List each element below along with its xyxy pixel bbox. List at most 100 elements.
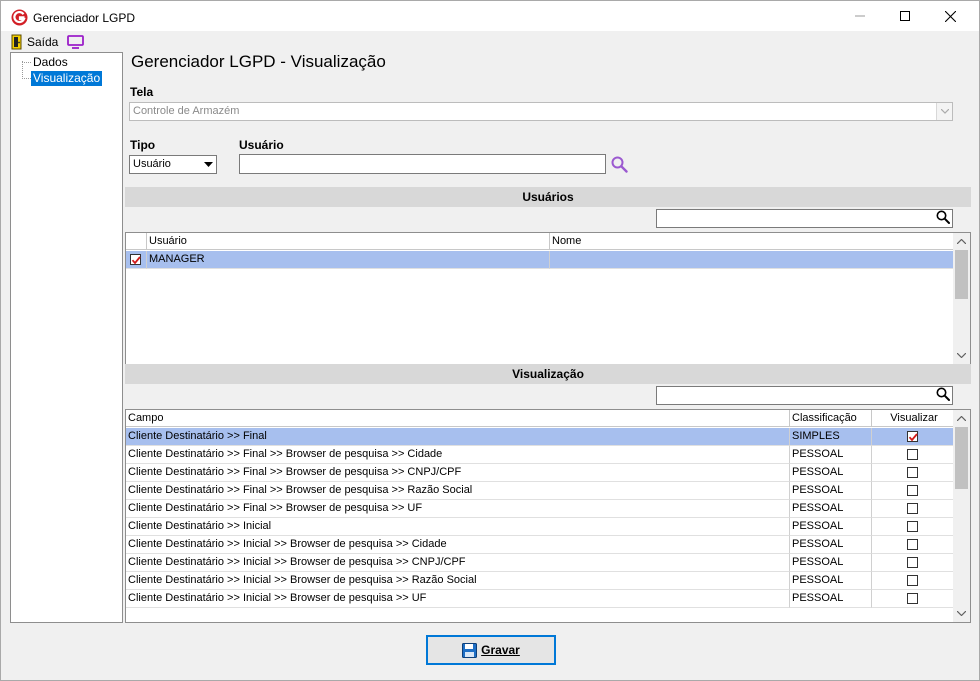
chevron-down-icon [200,156,216,173]
table-row[interactable]: Cliente Destinatário >> Final >> Browser… [126,446,954,464]
campo-cell: Cliente Destinatário >> Inicial >> Brows… [126,554,790,572]
navigation-tree: Dados Visualização [10,52,123,623]
scroll-down-icon[interactable] [953,605,970,622]
table-row[interactable]: Cliente Destinatário >> Final >> Browser… [126,500,954,518]
classificacao-cell: PESSOAL [790,536,872,554]
visualizar-checkbox[interactable] [907,593,918,604]
check-icon [908,433,918,442]
usuarios-section-header: Usuários [125,187,971,207]
visualizar-checkbox[interactable] [907,485,918,496]
classificacao-cell: PESSOAL [790,446,872,464]
usuarios-search-input[interactable] [656,209,953,228]
column-header-visualizar[interactable]: Visualizar [872,410,954,427]
classificacao-cell: PESSOAL [790,554,872,572]
table-row[interactable]: MANAGER [126,251,954,269]
classificacao-cell: SIMPLES [790,428,872,446]
save-button[interactable]: Gravar [426,635,556,665]
classificacao-cell: PESSOAL [790,482,872,500]
table-row[interactable]: Cliente Destinatário >> Inicial >> Brows… [126,554,954,572]
column-header-campo[interactable]: Campo [126,410,790,427]
exit-door-icon [11,34,22,50]
usuarios-grid: Usuário Nome MANAGER [125,232,971,365]
table-row[interactable]: Cliente Destinatário >> Final SIMPLES [126,428,954,446]
visualizar-checkbox[interactable] [907,557,918,568]
tela-select: Controle de Armazém [129,102,953,121]
table-row[interactable]: Cliente Destinatário >> Inicial >> Brows… [126,590,954,608]
monitor-icon [67,35,84,49]
tree-connector [22,62,31,63]
visualizar-cell [872,536,954,554]
visualizacao-grid: Campo Classificação Visualizar Cliente D… [125,409,971,623]
search-icon[interactable] [936,387,950,404]
visualizar-checkbox[interactable] [907,521,918,532]
vertical-scrollbar[interactable] [953,233,970,364]
visualizar-cell [872,590,954,608]
visualizar-cell [872,554,954,572]
classificacao-cell: PESSOAL [790,572,872,590]
usuario-label: Usuário [239,138,284,152]
visualizar-cell [872,428,954,446]
usuario-input[interactable] [239,154,606,174]
scroll-down-icon[interactable] [953,347,970,364]
maximize-button[interactable] [882,1,928,31]
classificacao-cell: PESSOAL [790,590,872,608]
chevron-down-icon [936,103,952,120]
table-row[interactable]: Cliente Destinatário >> Inicial >> Brows… [126,536,954,554]
classificacao-cell: PESSOAL [790,518,872,536]
close-button[interactable] [927,1,973,31]
minimize-button[interactable] [837,1,883,31]
campo-cell: Cliente Destinatário >> Final >> Browser… [126,500,790,518]
visualizar-checkbox[interactable] [907,449,918,460]
tree-item-dados[interactable]: Dados [31,55,70,70]
visualizar-cell [872,518,954,536]
save-label: Gravar [481,643,520,657]
exit-button[interactable]: Saída [11,33,58,51]
tree-connector [22,61,23,79]
column-header-nome[interactable]: Nome [550,233,954,250]
campo-cell: Cliente Destinatário >> Inicial [126,518,790,536]
table-row[interactable]: Cliente Destinatário >> Inicial >> Brows… [126,572,954,590]
tela-label: Tela [130,85,154,99]
campo-cell: Cliente Destinatário >> Final >> Browser… [126,446,790,464]
column-header-classificacao[interactable]: Classificação [790,410,872,427]
visualizar-cell [872,446,954,464]
visualizacao-search-input[interactable] [656,386,953,405]
campo-cell: Cliente Destinatário >> Inicial >> Brows… [126,590,790,608]
visualizar-checkbox[interactable] [907,575,918,586]
visualizar-checkbox[interactable] [907,539,918,550]
row-check-cell [126,251,147,269]
tela-select-value: Controle de Armazém [133,105,240,117]
classificacao-cell: PESSOAL [790,500,872,518]
visualizar-checkbox[interactable] [907,503,918,514]
app-logo-icon [11,9,28,26]
table-row[interactable]: Cliente Destinatário >> Final >> Browser… [126,464,954,482]
scroll-up-icon[interactable] [953,410,970,427]
nome-cell [550,251,954,269]
monitor-button[interactable] [67,33,84,51]
classificacao-cell: PESSOAL [790,464,872,482]
campo-cell: Cliente Destinatário >> Final [126,428,790,446]
title-bar: Gerenciador LGPD [1,1,979,31]
visualizar-checkbox[interactable] [907,431,918,442]
visualizar-cell [872,572,954,590]
table-row[interactable]: Cliente Destinatário >> Inicial PESSOAL [126,518,954,536]
exit-label: Saída [27,35,59,49]
campo-cell: Cliente Destinatário >> Inicial >> Brows… [126,572,790,590]
column-header-usuario[interactable]: Usuário [147,233,550,250]
check-icon [131,256,141,265]
scroll-thumb[interactable] [955,250,968,299]
search-icon[interactable] [611,156,628,176]
visualizar-cell [872,464,954,482]
table-row[interactable]: Cliente Destinatário >> Final >> Browser… [126,482,954,500]
tree-item-visualizacao[interactable]: Visualização [31,71,103,86]
visualizar-checkbox[interactable] [907,467,918,478]
row-checkbox[interactable] [130,254,141,265]
vertical-scrollbar[interactable] [953,410,970,622]
scroll-thumb[interactable] [955,427,968,489]
minimize-icon [855,15,865,17]
tipo-select[interactable]: Usuário [129,155,217,174]
campo-cell: Cliente Destinatário >> Final >> Browser… [126,464,790,482]
scroll-up-icon[interactable] [953,233,970,250]
search-icon[interactable] [936,210,950,227]
visualizar-cell [872,500,954,518]
